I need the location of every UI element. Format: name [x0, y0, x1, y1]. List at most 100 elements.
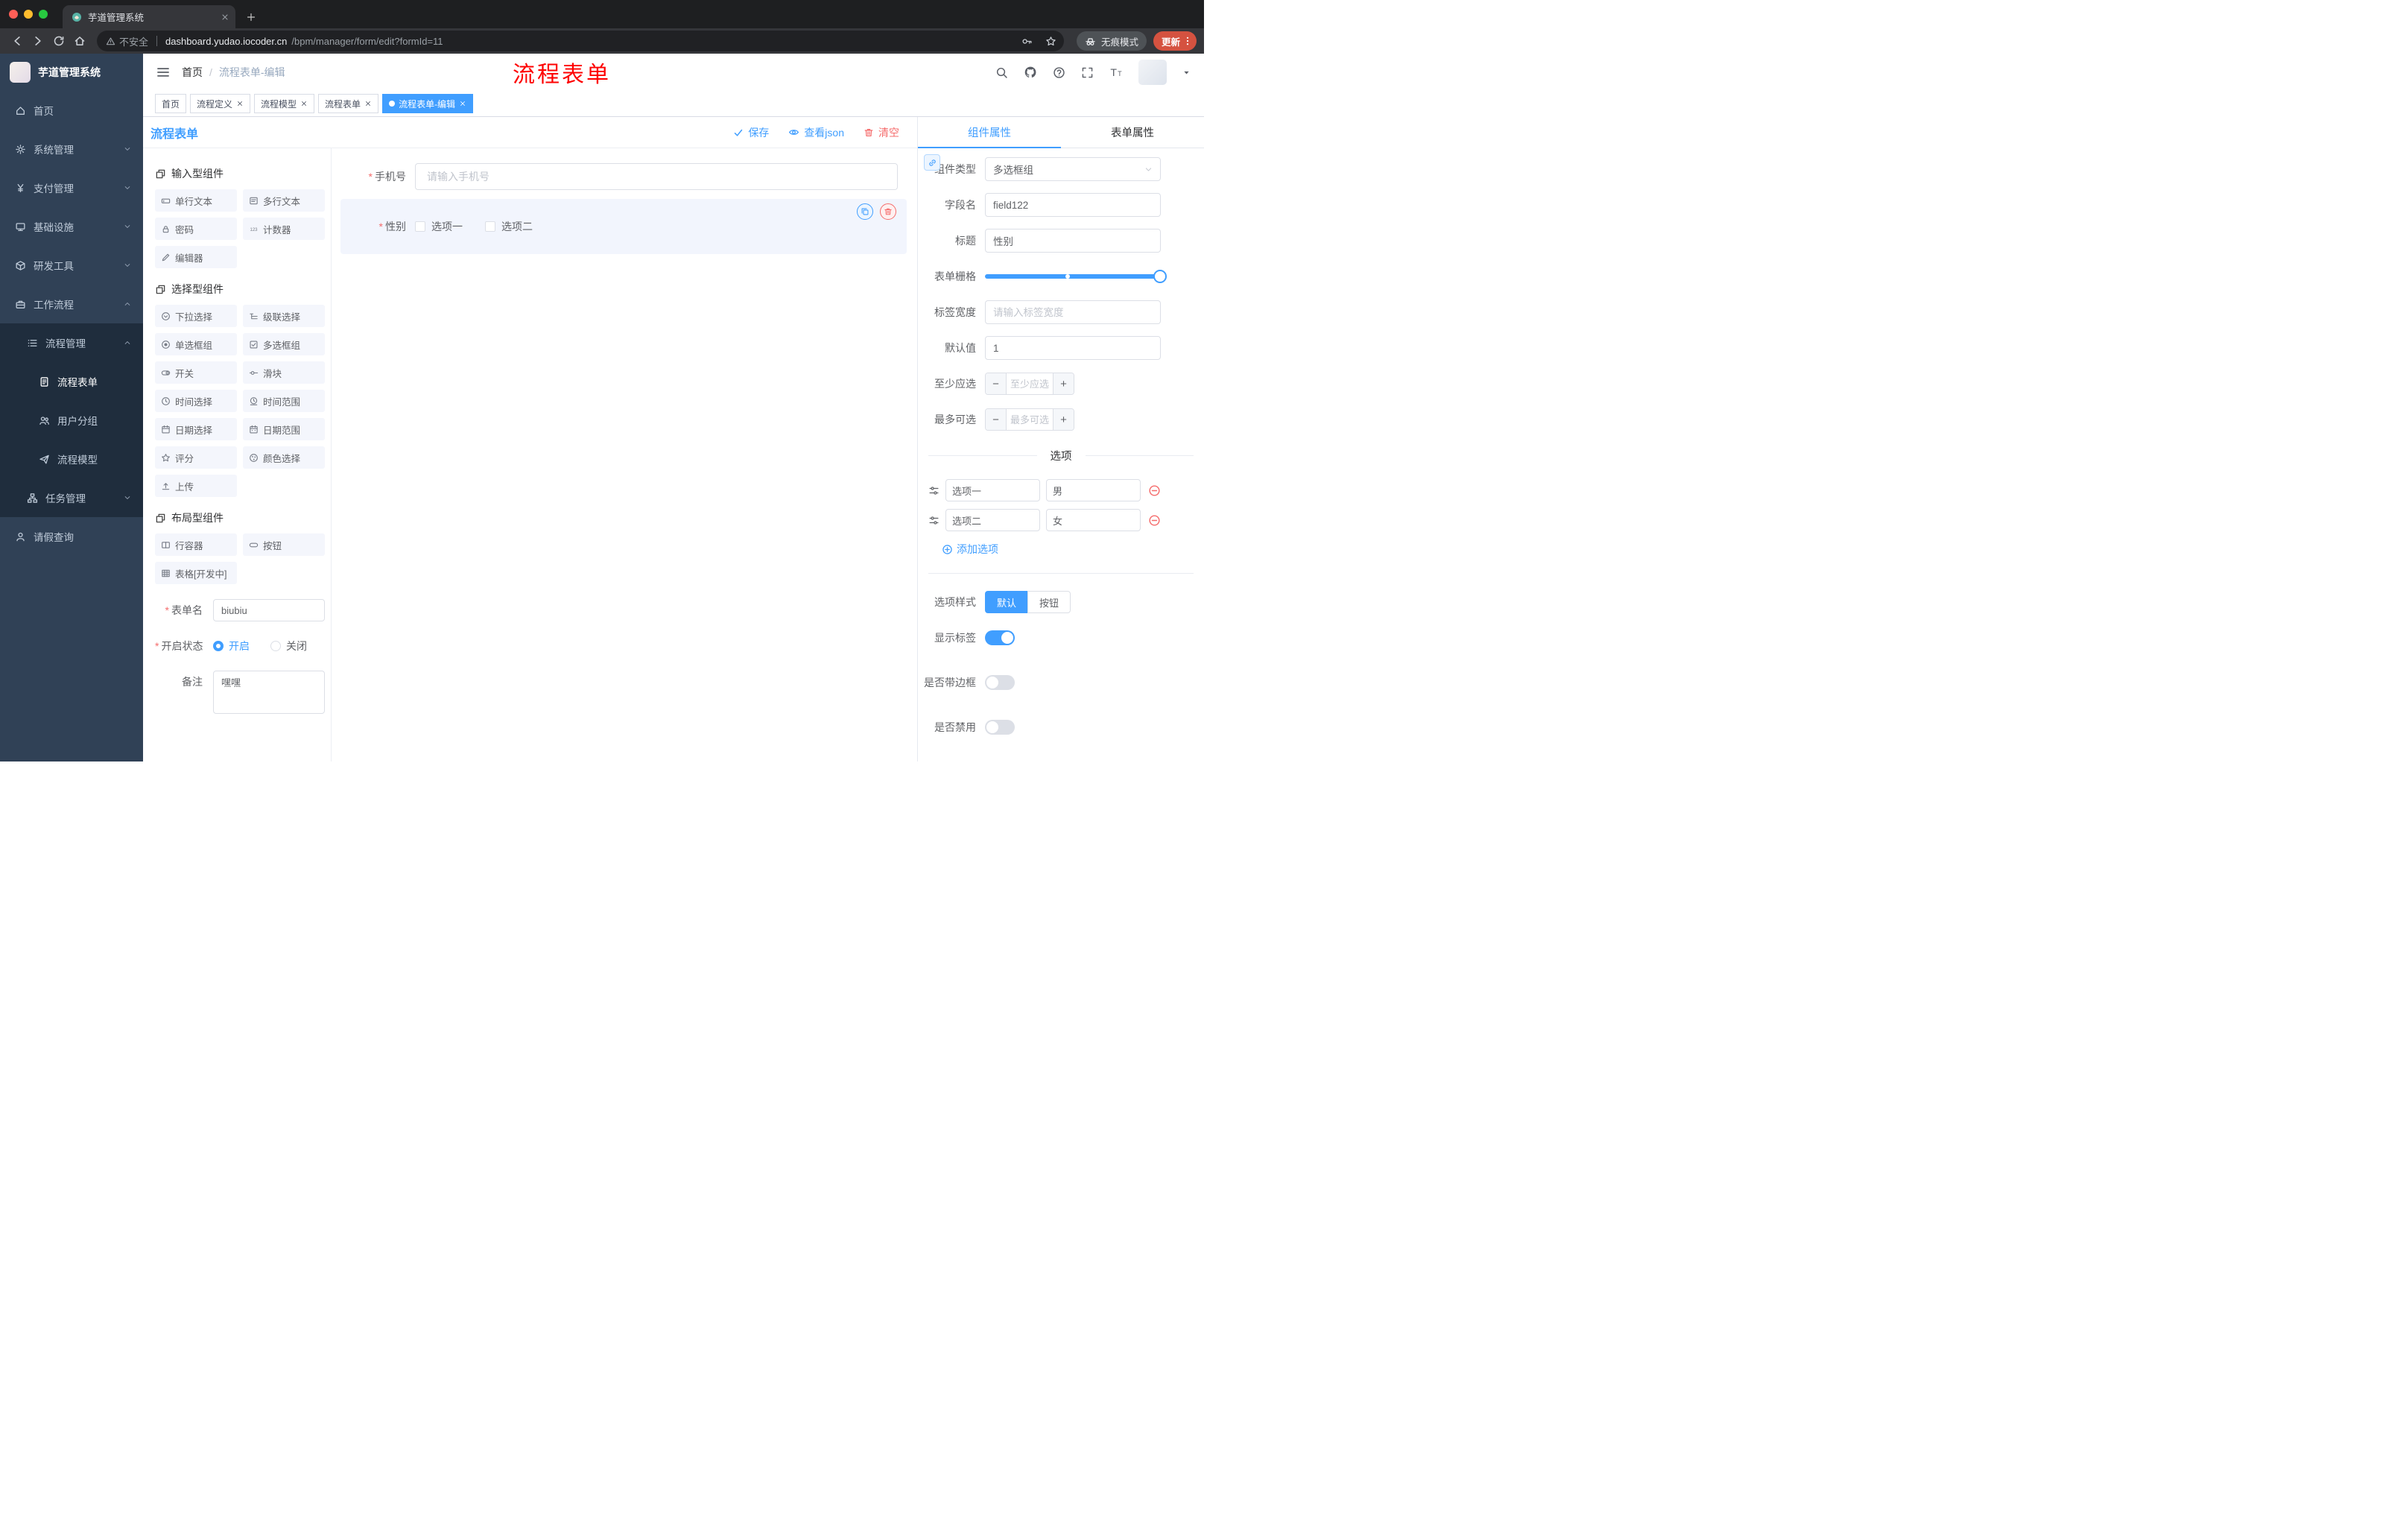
palette-item-radio-group[interactable]: 单选框组: [155, 333, 237, 355]
checkbox-box[interactable]: [485, 221, 495, 232]
drag-handle-icon[interactable]: [928, 485, 940, 496]
copy-field-button[interactable]: [857, 203, 873, 220]
form-name-input[interactable]: [213, 599, 325, 621]
clear-button[interactable]: 清空: [864, 125, 899, 140]
hamburger-icon[interactable]: [156, 66, 170, 79]
tag-home[interactable]: 首页: [155, 94, 187, 113]
default-value-input[interactable]: [985, 336, 1161, 360]
search-icon[interactable]: [995, 66, 1008, 79]
slider-handle[interactable]: [1153, 270, 1167, 283]
remove-option-button[interactable]: [1148, 484, 1161, 497]
palette-item-row-container[interactable]: 行容器: [155, 533, 237, 556]
tag-process-model[interactable]: 流程模型: [254, 94, 315, 113]
palette-item-cascader[interactable]: 级联选择: [243, 305, 325, 327]
tag-process-form[interactable]: 流程表单: [318, 94, 379, 113]
palette-item-checkbox-group[interactable]: 多选框组: [243, 333, 325, 355]
stepper-decrease-button[interactable]: −: [986, 409, 1007, 430]
sidebar-item-workflow[interactable]: 工作流程: [0, 285, 143, 323]
tab-component-props[interactable]: 组件属性: [918, 117, 1061, 148]
sidebar-item-leave-query[interactable]: 请假查询: [0, 517, 143, 556]
window-zoom-button[interactable]: [39, 10, 48, 19]
bookmark-star-icon[interactable]: [1042, 31, 1061, 51]
palette-item-password[interactable]: 密码: [155, 218, 237, 240]
palette-item-date-picker[interactable]: 日期选择: [155, 418, 237, 440]
sidebar-item-home[interactable]: 首页: [0, 91, 143, 130]
tag-process-form-edit-active[interactable]: 流程表单-编辑: [382, 94, 474, 113]
stepper-increase-button[interactable]: +: [1053, 373, 1074, 394]
canvas-field-gender-selected[interactable]: * 性别 选项一 选项二: [340, 199, 907, 254]
min-stepper-input[interactable]: [1007, 373, 1053, 394]
forward-button[interactable]: [28, 31, 48, 51]
palette-item-button[interactable]: 按钮: [243, 533, 325, 556]
delete-field-button[interactable]: [880, 203, 896, 220]
sidebar-item-process-model[interactable]: 流程模型: [0, 440, 143, 478]
window-close-button[interactable]: [9, 10, 18, 19]
sidebar-item-process-form[interactable]: 流程表单: [0, 362, 143, 401]
new-tab-button[interactable]: [246, 12, 256, 22]
option-value-input[interactable]: [1046, 509, 1141, 531]
border-toggle[interactable]: [985, 675, 1015, 690]
font-size-icon[interactable]: TT: [1109, 66, 1123, 79]
sidebar-item-system[interactable]: 系统管理: [0, 130, 143, 168]
option-value-input[interactable]: [1046, 479, 1141, 501]
avatar[interactable]: [1138, 60, 1167, 85]
tag-close-icon[interactable]: [459, 100, 466, 107]
option-label-input[interactable]: [945, 509, 1040, 531]
view-json-button[interactable]: 查看json: [788, 125, 844, 140]
sidebar-item-payment[interactable]: 支付管理: [0, 168, 143, 207]
palette-item-color-picker[interactable]: 颜色选择: [243, 446, 325, 469]
phone-input[interactable]: [415, 163, 898, 190]
drag-handle-icon[interactable]: [928, 515, 940, 526]
style-button-button[interactable]: 按钮: [1027, 591, 1071, 613]
sidebar-item-task-management[interactable]: 任务管理: [0, 478, 143, 517]
slider-track[interactable]: [985, 270, 1167, 283]
palette-item-table[interactable]: 表格[开发中]: [155, 562, 237, 584]
palette-item-textarea[interactable]: 多行文本: [243, 189, 325, 212]
label-width-input[interactable]: [985, 300, 1161, 324]
checkbox-box[interactable]: [415, 221, 425, 232]
tag-process-definition[interactable]: 流程定义: [190, 94, 251, 113]
palette-item-time-range[interactable]: 时间范围: [243, 390, 325, 412]
stepper-increase-button[interactable]: +: [1053, 409, 1074, 430]
palette-item-date-range[interactable]: 日期范围: [243, 418, 325, 440]
palette-item-switch[interactable]: 开关: [155, 361, 237, 384]
sidebar-logo[interactable]: 芋道管理系统: [0, 54, 143, 91]
tag-close-icon[interactable]: [236, 100, 244, 107]
palette-item-time-picker[interactable]: 时间选择: [155, 390, 237, 412]
palette-item-upload[interactable]: 上传: [155, 475, 237, 497]
browser-home-button[interactable]: [70, 31, 89, 51]
title-input[interactable]: [985, 229, 1161, 253]
palette-item-select[interactable]: 下拉选择: [155, 305, 237, 327]
status-radio-off[interactable]: 关闭: [270, 639, 307, 653]
reload-button[interactable]: [49, 31, 69, 51]
show-label-toggle[interactable]: [985, 630, 1015, 645]
add-option-button[interactable]: 添加选项: [942, 542, 1204, 557]
tag-close-icon[interactable]: [300, 100, 308, 107]
field-name-input[interactable]: [985, 193, 1161, 217]
palette-item-counter[interactable]: 123 计数器: [243, 218, 325, 240]
browser-tab[interactable]: 芋道管理系统: [63, 5, 235, 28]
password-key-icon[interactable]: [1018, 31, 1037, 51]
palette-item-editor[interactable]: 编辑器: [155, 246, 237, 268]
checkbox-option-1[interactable]: 选项一: [415, 219, 463, 234]
form-canvas[interactable]: *手机号 *性别 选项一 选项二: [332, 148, 917, 762]
tab-close-icon[interactable]: [221, 13, 229, 22]
security-indicator[interactable]: 不安全: [106, 34, 148, 48]
status-radio-on[interactable]: 开启: [213, 639, 250, 653]
tab-form-props[interactable]: 表单属性: [1061, 117, 1204, 148]
form-remark-textarea[interactable]: 嘿嘿: [213, 671, 325, 714]
style-default-button[interactable]: 默认: [985, 591, 1028, 613]
remove-option-button[interactable]: [1148, 514, 1161, 527]
address-bar[interactable]: 不安全 dashboard.yudao.iocoder.cn/bpm/manag…: [97, 31, 1064, 51]
save-button[interactable]: 保存: [733, 125, 769, 140]
breadcrumb-home[interactable]: 首页: [182, 65, 203, 80]
github-icon[interactable]: [1024, 66, 1037, 79]
help-icon[interactable]: [1053, 66, 1065, 79]
sidebar-item-process-management[interactable]: 流程管理: [0, 323, 143, 362]
window-minimize-button[interactable]: [24, 10, 33, 19]
link-icon-button[interactable]: [924, 154, 940, 171]
sidebar-item-dev-tools[interactable]: 研发工具: [0, 246, 143, 285]
canvas-field-phone[interactable]: * 手机号: [340, 163, 907, 190]
checkbox-option-2[interactable]: 选项二: [485, 219, 533, 234]
browser-update-button[interactable]: 更新: [1153, 31, 1197, 51]
